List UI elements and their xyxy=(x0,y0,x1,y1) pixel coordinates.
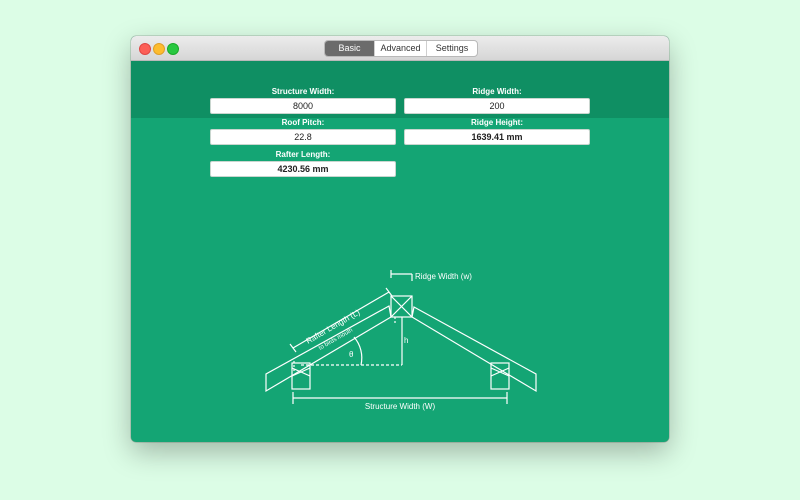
structure-width-diagram-label: Structure Width (W) xyxy=(365,402,436,411)
right-wall-plate xyxy=(490,362,510,390)
left-rafter xyxy=(265,305,392,393)
angle-label: θ xyxy=(349,350,354,359)
tab-advanced[interactable]: Advanced xyxy=(375,41,427,56)
tab-settings[interactable]: Settings xyxy=(427,41,477,56)
close-window-button[interactable] xyxy=(139,43,151,55)
title-bar: Basic Advanced Settings xyxy=(131,36,669,61)
tab-segmented-control: Basic Advanced Settings xyxy=(324,40,478,57)
height-label: h xyxy=(404,336,408,345)
zoom-window-button[interactable] xyxy=(167,43,179,55)
tab-basic[interactable]: Basic xyxy=(325,41,375,56)
ridge-width-diagram-label: Ridge Width (w) xyxy=(415,272,472,281)
minimize-window-button[interactable] xyxy=(153,43,165,55)
right-rafter xyxy=(411,306,537,393)
app-window: Basic Advanced Settings Structure Width:… xyxy=(131,36,669,442)
main-content: Structure Width: 8000 Ridge Width: 200 R… xyxy=(131,61,669,442)
roof-diagram: Ridge Width (w) Rafter Length (L) to bir… xyxy=(265,270,537,411)
